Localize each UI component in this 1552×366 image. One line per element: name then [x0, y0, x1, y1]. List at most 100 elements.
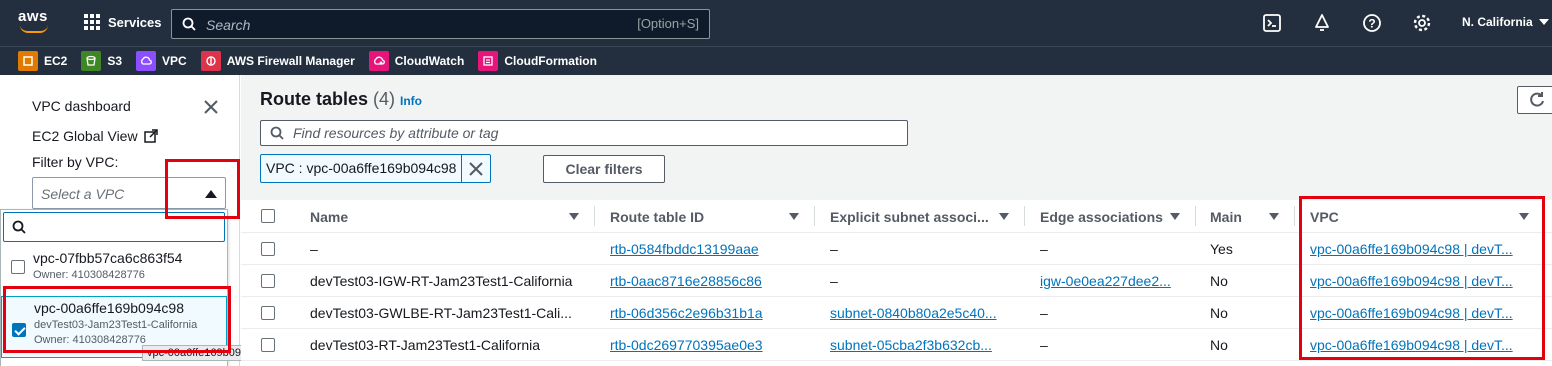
- route-table-id-link[interactable]: rtb-0dc269770395ae0e3: [610, 337, 810, 353]
- settings-gear-icon[interactable]: [1412, 13, 1432, 33]
- page-title-text: Route tables: [260, 89, 369, 109]
- row-checkbox[interactable]: [261, 242, 275, 256]
- notifications-bell-icon[interactable]: [1312, 13, 1332, 33]
- sort-caret-icon[interactable]: [789, 213, 799, 220]
- sort-caret-icon[interactable]: [1269, 213, 1279, 220]
- search-icon: [182, 17, 196, 31]
- vpc-link[interactable]: vpc-00a6ffe169b094c98 | devT...: [1310, 273, 1540, 289]
- select-placeholder: Select a VPC: [41, 186, 125, 202]
- explicit-subnet-value: –: [830, 241, 838, 257]
- help-icon[interactable]: ?: [1362, 13, 1382, 33]
- row-name: devTest03-IGW-RT-Jam23Test1-California: [310, 273, 573, 289]
- explicit-subnet-link[interactable]: subnet-0840b80a2e5c40...: [830, 305, 1015, 321]
- option-vpc-id: vpc-00a6ffe169b094c98: [34, 300, 184, 316]
- nav-ec2-global-view-label: EC2 Global View: [32, 128, 138, 144]
- search-icon: [12, 220, 26, 234]
- sort-caret-icon[interactable]: [999, 213, 1009, 220]
- ec2-service-icon: [18, 51, 38, 71]
- close-icon[interactable]: [203, 99, 219, 115]
- sort-caret-icon[interactable]: [1170, 213, 1180, 220]
- vpc-link[interactable]: vpc-00a6ffe169b094c98 | devT...: [1310, 305, 1540, 321]
- table-row[interactable]: – rtb-0584fbddc13199aae – – Yes vpc-00a6…: [241, 233, 1552, 265]
- main-value: No: [1210, 273, 1228, 289]
- region-label: N. California: [1462, 15, 1533, 29]
- vpc-filter-select[interactable]: Select a VPC: [32, 177, 226, 209]
- aws-smile-icon: [20, 25, 48, 33]
- row-checkbox[interactable]: [261, 338, 275, 352]
- refresh-button[interactable]: [1517, 86, 1552, 114]
- clear-filters-button[interactable]: Clear filters: [543, 155, 665, 183]
- global-search-input[interactable]: [206, 15, 586, 35]
- s3-service-icon: [81, 51, 102, 71]
- nav-vpc-dashboard[interactable]: VPC dashboard: [32, 98, 131, 114]
- main-value: No: [1210, 337, 1228, 353]
- option-checkbox-checked[interactable]: [12, 323, 26, 337]
- favorite-label: AWS Firewall Manager: [226, 54, 355, 68]
- svg-text:?: ?: [1368, 17, 1375, 31]
- cloudshell-icon[interactable]: [1262, 13, 1282, 33]
- column-header-route-table-id[interactable]: Route table ID: [610, 209, 704, 225]
- favorite-label: EC2: [44, 54, 68, 68]
- route-table-id-link[interactable]: rtb-06d356c2e96b31b1a: [610, 305, 810, 321]
- vpc-option[interactable]: vpc-07fbb57ca6c863f54 Owner: 41030842877…: [1, 248, 227, 288]
- edge-association-value: –: [1040, 305, 1048, 321]
- cloudwatch-service-icon: [368, 51, 389, 71]
- row-name: devTest03-GWLBE-RT-Jam23Test1-Cali...: [310, 305, 572, 321]
- favorite-s3[interactable]: S3: [81, 51, 122, 71]
- row-name: –: [310, 241, 318, 257]
- table-header: Name Route table ID Explicit subnet asso…: [241, 200, 1552, 233]
- favorite-ec2[interactable]: EC2: [18, 51, 67, 71]
- cloudformation-service-icon: [478, 51, 499, 71]
- row-checkbox[interactable]: [261, 306, 275, 320]
- vpc-link[interactable]: vpc-00a6ffe169b094c98 | devT...: [1310, 337, 1540, 353]
- info-link[interactable]: Info: [400, 94, 422, 108]
- option-owner: Owner: 410308428776: [33, 269, 145, 281]
- sort-caret-icon[interactable]: [1519, 213, 1529, 220]
- vpc-dropdown-search[interactable]: [3, 212, 225, 242]
- resource-filter-input[interactable]: [293, 124, 893, 142]
- favorite-vpc[interactable]: VPC: [136, 51, 187, 71]
- main-value: Yes: [1210, 241, 1233, 257]
- column-divider[interactable]: [814, 206, 815, 226]
- aws-logo[interactable]: aws: [18, 8, 50, 36]
- column-header-edge-associations[interactable]: Edge associations: [1040, 209, 1163, 225]
- caret-down-icon: [1538, 19, 1549, 25]
- route-table-id-link[interactable]: rtb-0584fbddc13199aae: [610, 241, 810, 257]
- explicit-subnet-link[interactable]: subnet-05cba2f3b632cb...: [830, 337, 1015, 353]
- column-header-main[interactable]: Main: [1210, 209, 1242, 225]
- edge-association-value: –: [1040, 337, 1048, 353]
- edge-association-link[interactable]: igw-0e0ea227dee2...: [1040, 273, 1190, 289]
- column-header-explicit-subnet[interactable]: Explicit subnet associ...: [830, 209, 989, 225]
- row-checkbox[interactable]: [261, 274, 275, 288]
- edge-association-value: –: [1040, 241, 1048, 257]
- table-row[interactable]: devTest03-GWLBE-RT-Jam23Test1-Cali... rt…: [241, 297, 1552, 329]
- sort-caret-icon[interactable]: [569, 213, 579, 220]
- global-search[interactable]: [Option+S]: [171, 9, 710, 39]
- favorite-cloudformation[interactable]: CloudFormation: [478, 51, 597, 71]
- table-row[interactable]: devTest03-RT-Jam23Test1-California rtb-0…: [241, 329, 1552, 361]
- item-count: (4): [373, 89, 396, 109]
- column-divider[interactable]: [594, 206, 595, 226]
- table-row[interactable]: devTest03-IGW-RT-Jam23Test1-California r…: [241, 265, 1552, 297]
- nav-ec2-global-view[interactable]: EC2 Global View: [32, 128, 158, 144]
- column-divider[interactable]: [1294, 206, 1295, 226]
- resource-filter[interactable]: [260, 120, 908, 146]
- select-all-checkbox[interactable]: [261, 209, 275, 223]
- column-divider[interactable]: [1195, 206, 1196, 226]
- close-icon: [469, 162, 484, 176]
- remove-filter-button[interactable]: [462, 155, 490, 182]
- services-menu-button[interactable]: Services: [84, 14, 162, 30]
- favorite-label: CloudWatch: [394, 54, 465, 68]
- column-header-vpc[interactable]: VPC: [1310, 209, 1339, 225]
- favorite-firewall-manager[interactable]: AWS Firewall Manager: [200, 51, 355, 71]
- favorite-label: CloudFormation: [504, 54, 597, 68]
- caret-up-icon[interactable]: [205, 190, 217, 198]
- column-header-name[interactable]: Name: [310, 209, 348, 225]
- favorite-cloudwatch[interactable]: CloudWatch: [368, 51, 465, 71]
- region-selector[interactable]: N. California: [1462, 15, 1549, 29]
- column-divider[interactable]: [1024, 206, 1025, 226]
- route-table-id-link[interactable]: rtb-0aac8716e28856c86: [610, 273, 810, 289]
- vpc-link[interactable]: vpc-00a6ffe169b094c98 | devT...: [1310, 241, 1540, 257]
- favorites-bar: EC2 S3 VPC AWS Firewall Manager CloudWat…: [0, 46, 1552, 75]
- option-checkbox[interactable]: [11, 260, 25, 274]
